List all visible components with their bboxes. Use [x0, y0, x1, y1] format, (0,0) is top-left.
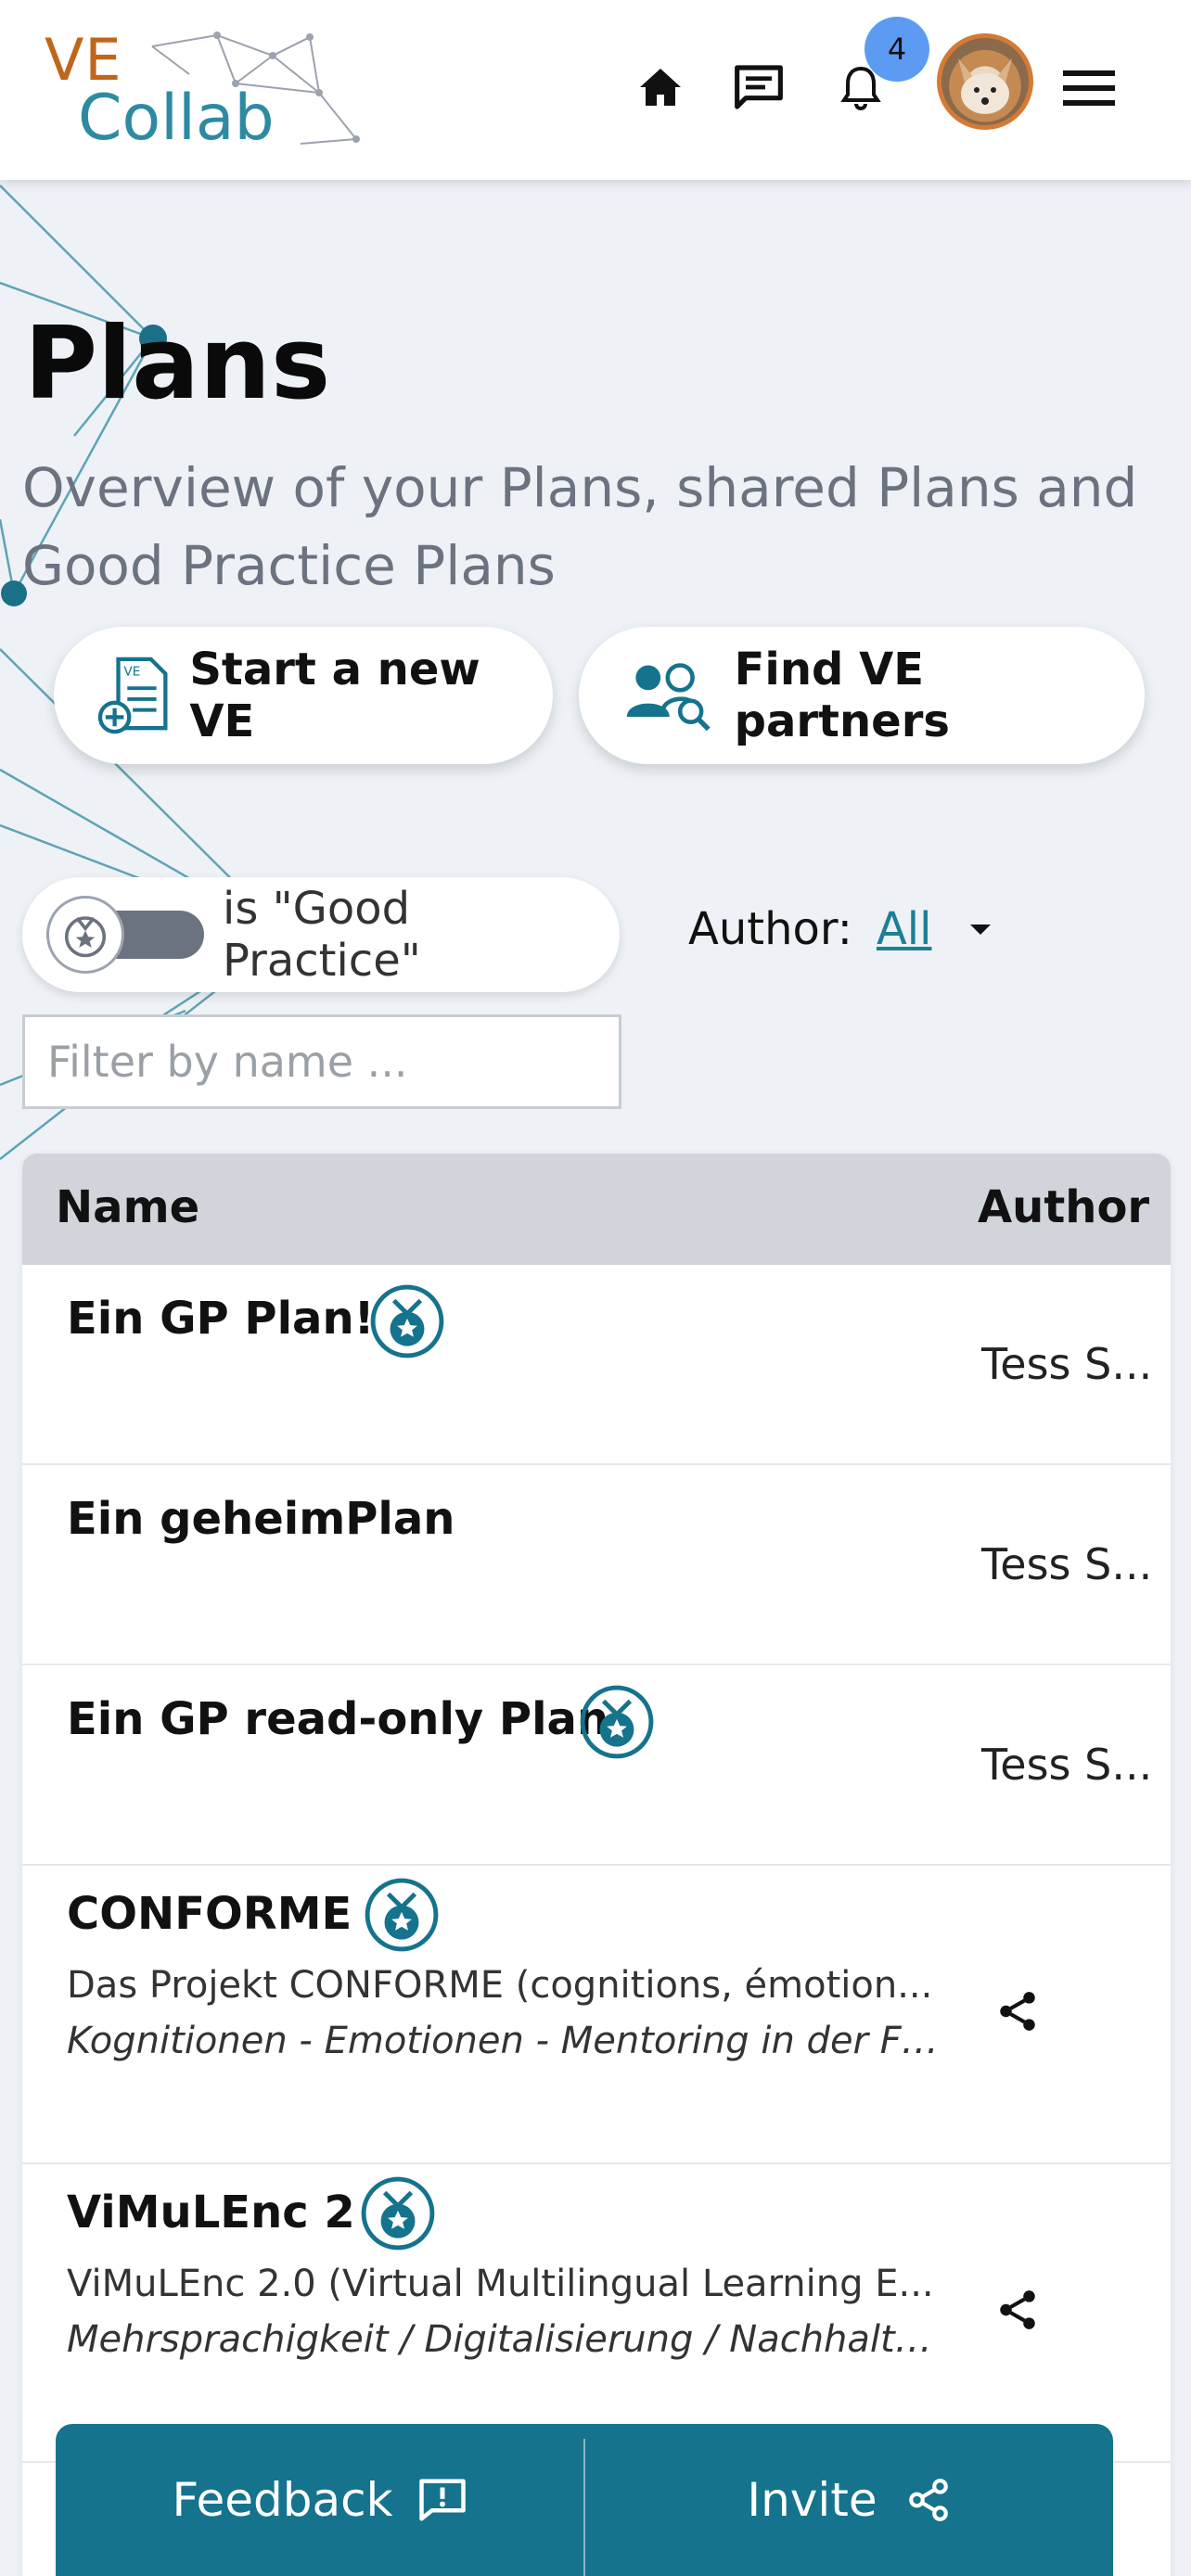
notification-count-badge: 4	[864, 17, 929, 82]
author-filter: Author: All	[688, 903, 992, 955]
plan-description: Das Projekt CONFORME (cognitions, émotio…	[67, 1964, 933, 2007]
page-title: Plans	[24, 306, 331, 422]
table-row[interactable]: Ein geheimPlan Tess S...	[22, 1465, 1171, 1665]
plan-topics: Kognitionen - Emotionen - Mentoring in d…	[67, 2020, 939, 2062]
plan-name[interactable]: Ein geheimPlan	[67, 1493, 455, 1545]
chat-icon[interactable]	[729, 57, 788, 117]
plan-topics: Mehrsprachigkeit / Digitalisierung / Nac…	[67, 2318, 939, 2361]
author-filter-dropdown[interactable]: All	[877, 903, 932, 955]
svg-text:VE: VE	[123, 665, 140, 680]
top-header: VE Collab 4	[0, 0, 1191, 180]
good-practice-medal-icon	[361, 2176, 435, 2251]
start-new-ve-label: Start a new VE	[189, 644, 480, 747]
table-row[interactable]: CONFORME Das Projekt CONFORME (cognition…	[22, 1866, 1171, 2164]
good-practice-label: is "Good Practice"	[223, 883, 421, 987]
find-partners-icon	[626, 663, 711, 732]
invite-label: Invite	[747, 2473, 877, 2527]
invite-share-icon	[908, 2479, 948, 2521]
vecollab-logo[interactable]: VE Collab	[41, 24, 360, 155]
find-ve-partners-button[interactable]: Find VE partners	[579, 627, 1145, 764]
plan-name[interactable]: Ein GP read-only Plan	[67, 1693, 608, 1745]
table-header: Name Author	[22, 1154, 1171, 1265]
caret-down-icon[interactable]	[970, 924, 992, 935]
find-ve-partners-label: Find VE partners	[734, 644, 950, 747]
logo-network-graphic	[151, 32, 360, 145]
good-practice-medal-icon	[580, 1685, 654, 1759]
good-practice-medal-icon	[370, 1284, 444, 1358]
home-icon[interactable]	[631, 57, 690, 117]
good-practice-medal-icon	[365, 1878, 439, 1952]
plan-name[interactable]: Ein GP Plan!	[67, 1293, 375, 1345]
plan-name[interactable]: CONFORME	[67, 1888, 352, 1940]
good-practice-toggle[interactable]: is "Good Practice"	[22, 877, 620, 992]
feedback-label: Feedback	[172, 2473, 393, 2527]
share-icon[interactable]	[994, 1988, 1041, 2034]
start-new-ve-button[interactable]: VE Start a new VE	[54, 627, 553, 764]
plan-author: Tess S...	[981, 1740, 1153, 1790]
page-subtitle: Overview of your Plans, shared Plans and…	[22, 456, 1138, 597]
menu-icon[interactable]	[1059, 57, 1119, 117]
column-header-name[interactable]: Name	[56, 1181, 199, 1233]
plans-table: Name Author Ein GP Plan! Tess S... Ein g…	[22, 1154, 1171, 2576]
toggle-knob-medal-icon	[46, 896, 124, 974]
author-filter-label: Author:	[688, 903, 852, 955]
table-row[interactable]: Ein GP read-only Plan Tess S...	[22, 1665, 1171, 1866]
share-icon[interactable]	[994, 2287, 1041, 2333]
new-plan-document-icon: VE	[97, 657, 168, 734]
bottom-action-bar: Feedback Invite	[56, 2424, 1113, 2576]
fox-avatar-image	[958, 58, 1012, 114]
feedback-icon	[418, 2479, 466, 2521]
plan-description: ViMuLEnc 2.0 (Virtual Multilingual Learn…	[67, 2263, 934, 2305]
plan-name[interactable]: ViMuLEnc 2	[67, 2187, 355, 2238]
table-row[interactable]: ViMuLEnc 2 ViMuLEnc 2.0 (Virtual Multili…	[22, 2164, 1171, 2463]
filter-by-name-input[interactable]	[22, 1014, 621, 1109]
column-header-author[interactable]: Author	[978, 1181, 1149, 1233]
feedback-button[interactable]: Feedback	[56, 2424, 583, 2576]
plan-author: Tess S...	[981, 1339, 1153, 1389]
table-row[interactable]: Ein GP Plan! Tess S...	[22, 1265, 1171, 1465]
invite-button[interactable]: Invite	[585, 2424, 1113, 2576]
user-avatar[interactable]	[937, 33, 1033, 130]
plan-author: Tess S...	[981, 1539, 1153, 1589]
